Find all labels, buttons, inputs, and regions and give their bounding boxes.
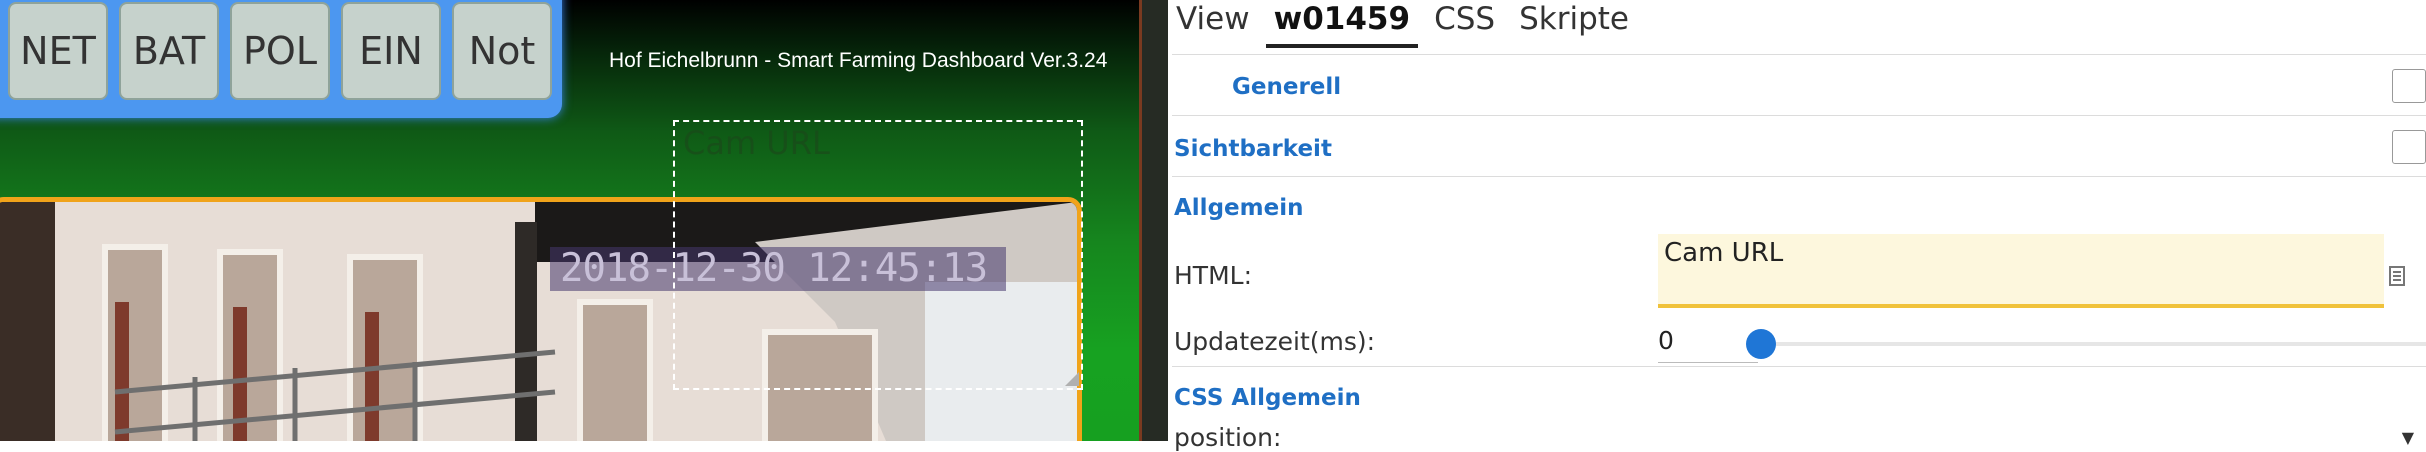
- dropdown-caret-icon[interactable]: ▼: [2402, 428, 2414, 447]
- html-label: HTML:: [1174, 261, 1252, 290]
- nav-button-bar: NET BAT POL EIN Not: [0, 0, 562, 118]
- dashboard-title: Hof Eichelbrunn - Smart Farming Dashboar…: [609, 49, 1108, 72]
- section-css-allgemein[interactable]: CSS Allgemein: [1174, 385, 1361, 411]
- properties-panel: View w01459 CSS Skripte Generell Sichtba…: [1168, 0, 2426, 452]
- nav-button-pol[interactable]: POL: [230, 2, 330, 100]
- nav-button-bat[interactable]: BAT: [119, 2, 219, 100]
- nav-button-not[interactable]: Not: [452, 2, 552, 100]
- tab-widget[interactable]: w01459: [1265, 0, 1419, 48]
- nav-button-ein[interactable]: EIN: [341, 2, 441, 100]
- update-time-label: Updatezeit(ms):: [1174, 327, 1376, 356]
- section-sichtbarkeit[interactable]: Sichtbarkeit: [1174, 136, 1332, 162]
- divider-line: [1172, 54, 2426, 55]
- panel-tabs: View w01459 CSS Skripte: [1168, 0, 1645, 48]
- update-time-slider-thumb[interactable]: [1746, 329, 1776, 359]
- nav-button-net[interactable]: NET: [8, 2, 108, 100]
- edit-icon[interactable]: [2388, 265, 2406, 287]
- tab-view[interactable]: View: [1168, 0, 1258, 44]
- sichtbarkeit-checkbox[interactable]: [2392, 130, 2426, 164]
- section-generell[interactable]: Generell: [1232, 74, 1341, 100]
- tab-skripte[interactable]: Skripte: [1511, 0, 1637, 44]
- html-input[interactable]: Cam URL: [1658, 234, 2384, 308]
- panel-gutter: [1142, 0, 1168, 441]
- section-allgemein[interactable]: Allgemein: [1174, 195, 1303, 221]
- update-time-input[interactable]: 0: [1658, 324, 1758, 363]
- position-label: position:: [1174, 423, 1282, 452]
- dashboard-canvas: NET BAT POL EIN Not Hof Eichelbrunn - Sm…: [0, 0, 1139, 441]
- update-time-slider-track[interactable]: [1758, 342, 2426, 346]
- divider-line: [1172, 366, 2426, 367]
- generell-checkbox[interactable]: [2392, 69, 2426, 103]
- resize-handle-icon[interactable]: [1065, 372, 1079, 386]
- divider-line: [1172, 115, 2426, 116]
- selected-widget-label: Cam URL: [683, 124, 830, 162]
- selected-widget-outline[interactable]: Cam URL: [673, 120, 1083, 390]
- tab-css[interactable]: CSS: [1426, 0, 1503, 44]
- divider-line: [1172, 176, 2426, 177]
